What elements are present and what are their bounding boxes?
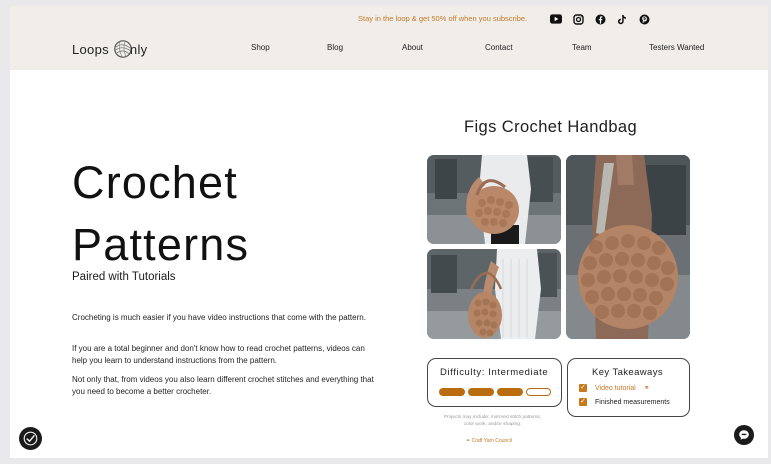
intro-paragraph: If you are a total beginner and don't kn… (72, 344, 365, 365)
link-icon: ⚭ (643, 385, 650, 392)
site-logo[interactable]: Loops nly (72, 39, 147, 59)
site-header: Stay in the loop & get 50% off when you … (10, 6, 768, 70)
pinterest-icon[interactable] (638, 13, 650, 25)
chat-widget-button[interactable] (734, 425, 754, 445)
product-title: Figs Crochet Handbag (464, 118, 638, 136)
nav-item-blog[interactable]: Blog (327, 43, 343, 52)
logo-text-left: Loops (72, 41, 109, 57)
intro-paragraph: Crocheting is much easier if you have vi… (72, 313, 366, 322)
product-photo[interactable] (566, 155, 690, 339)
product-photo[interactable] (427, 155, 561, 244)
intro-paragraph: Not only that, from videos you also lear… (72, 375, 374, 396)
accessibility-widget-button[interactable] (19, 427, 42, 450)
difficulty-pill-filled (468, 388, 494, 396)
hero-title-line-1: Crochet (72, 157, 238, 208)
youtube-icon[interactable] (550, 13, 562, 25)
nav-item-shop[interactable]: Shop (251, 43, 270, 52)
takeaway-item: ✓ Finished measurements (579, 398, 670, 406)
accessibility-icon (23, 431, 38, 446)
checkbox-checked-icon: ✓ (579, 398, 587, 406)
key-takeaways-label: Key Takeaways (592, 367, 664, 378)
checkbox-checked-icon: ✓ (579, 384, 587, 392)
logo-text-right: nly (129, 41, 148, 57)
tiktok-icon[interactable] (616, 13, 628, 25)
takeaway-label: Finished measurements (595, 398, 670, 406)
takeaway-item[interactable]: ✓ Video tutorial ⚭ (579, 384, 650, 392)
facebook-icon[interactable] (594, 13, 606, 25)
yarn-link-label: Craft Yarn Council (471, 438, 512, 444)
social-links (550, 13, 650, 25)
difficulty-label: Difficulty: Intermediate (440, 367, 549, 378)
craft-yarn-council-link[interactable]: ⚭ Craft Yarn Council (466, 438, 512, 444)
key-takeaways-card: Key Takeaways ✓ Video tutorial ⚭ ✓ Finis… (567, 358, 690, 417)
difficulty-pill-filled (497, 388, 523, 396)
difficulty-pill-empty (526, 388, 551, 396)
instagram-icon[interactable] (572, 13, 584, 25)
nav-item-contact[interactable]: Contact (485, 43, 513, 52)
difficulty-note: Projects may include: mirrored stitch pa… (443, 415, 542, 427)
nav-item-about[interactable]: About (402, 43, 423, 52)
chat-bubble-icon (739, 430, 749, 440)
hero-title-line-2: Patterns (72, 219, 250, 270)
nav-item-testers-wanted[interactable]: Testers Wanted (649, 43, 704, 52)
hero-subtitle: Paired with Tutorials (72, 271, 176, 283)
promo-banner[interactable]: Stay in the loop & get 50% off when you … (358, 14, 527, 23)
page: Stay in the loop & get 50% off when you … (10, 6, 768, 458)
hero-title: Crochet Patterns (72, 152, 249, 276)
nav-item-team[interactable]: Team (572, 43, 592, 52)
difficulty-card: Difficulty: Intermediate (427, 358, 562, 407)
difficulty-pill-filled (439, 388, 465, 396)
product-photo[interactable] (427, 249, 561, 339)
takeaway-video-link[interactable]: Video tutorial (595, 385, 636, 392)
